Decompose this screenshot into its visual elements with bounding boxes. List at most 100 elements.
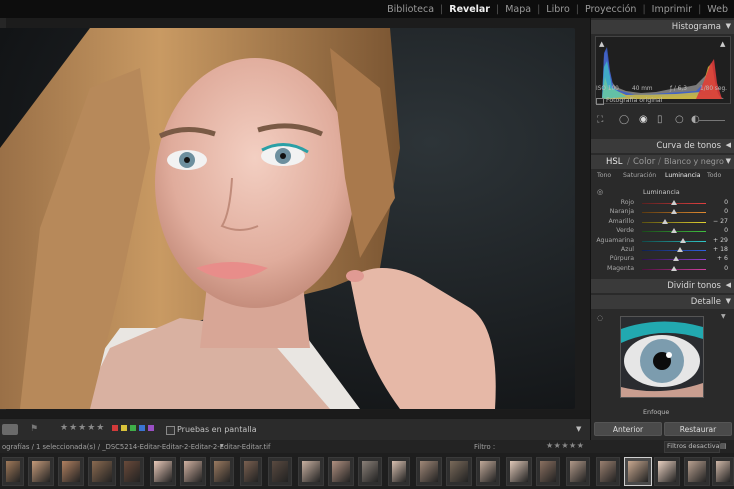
filmstrip-thumbnail[interactable] [712,457,734,486]
luminance-slider-thumb[interactable] [676,247,683,252]
luminance-slider-value[interactable]: + 6 [717,255,728,262]
subtab-saturation[interactable]: Saturación [623,172,656,179]
filmstrip-thumbnail[interactable] [476,457,500,486]
subtab-luminance[interactable]: Luminancia [665,172,701,179]
filter-lock-icon[interactable]: ▤ [720,442,727,450]
collapse-icon[interactable]: ▼ [726,22,731,30]
module-0[interactable]: Biblioteca [381,4,440,15]
color-label-1[interactable] [121,425,127,431]
subtab-hue[interactable]: Tono [597,172,611,179]
module-4[interactable]: Proyección [579,4,642,15]
tone-curve-header[interactable]: Curva de tonos ◀ [591,139,734,153]
filmstrip-thumbnail[interactable] [268,457,292,486]
luminance-slider-track[interactable] [642,250,706,251]
main-photo[interactable] [0,28,575,409]
luminance-slider-value[interactable]: − 27 [713,218,728,225]
filmstrip-thumbnail[interactable] [684,457,710,486]
luminance-slider-value[interactable]: 0 [724,208,728,215]
crop-icon[interactable]: ⛶ [597,115,603,125]
collapse-icon[interactable]: ◀ [726,281,731,289]
luminance-slider-value[interactable]: + 29 [713,237,728,244]
filmstrip-thumbnail[interactable] [150,457,176,486]
split-toning-header[interactable]: Dividir tonos ◀ [591,279,734,293]
previous-button[interactable]: Anterior [594,422,662,436]
filmstrip-source-dropdown-icon[interactable]: ▾ [220,442,224,450]
subtab-all[interactable]: Todo [707,172,721,179]
luminance-slider-thumb[interactable] [671,209,677,215]
original-photo-checkbox[interactable] [596,98,604,105]
luminance-slider-row[interactable]: Amarillo − 27 [596,218,730,227]
luminance-slider-value[interactable]: 0 [724,227,728,234]
filmstrip-thumbnail[interactable] [120,457,144,486]
flag-icon[interactable]: ⚑ [30,424,38,434]
luminance-slider-thumb[interactable] [671,200,677,205]
filmstrip-thumbnail[interactable] [654,457,680,486]
target-adjust-icon[interactable]: ◎ [597,188,603,196]
luminance-slider-thumb[interactable] [671,228,677,234]
redeye-icon[interactable]: ◉ [639,114,648,125]
filmstrip-thumbnail[interactable] [328,457,354,486]
filmstrip-thumbnail[interactable] [416,457,442,486]
radial-filter-icon[interactable]: ○ [675,114,684,125]
brush-slider[interactable] [699,120,725,121]
collapse-icon[interactable]: ▼ [726,157,731,165]
luminance-slider-thumb[interactable] [672,256,679,262]
filmstrip-thumbnail[interactable] [506,457,532,486]
filter-dropdown[interactable]: Filtros desactiva... [664,441,720,453]
toolbar-menu-icon[interactable]: ▼ [576,425,581,433]
filmstrip-thumbnail[interactable] [446,457,472,486]
luminance-slider-row[interactable]: Naranja 0 [596,208,730,217]
detail-preview[interactable] [620,316,704,398]
color-label-3[interactable] [139,425,145,431]
view-mode-button[interactable] [2,424,18,435]
luminance-slider-value[interactable]: + 18 [713,246,728,253]
detail-target-icon[interactable]: ◌ [597,314,603,322]
luminance-slider-row[interactable]: Rojo 0 [596,199,730,208]
graduated-filter-icon[interactable]: ▯ [657,114,663,125]
luminance-slider-row[interactable]: Magenta 0 [596,265,730,274]
tab-hsl[interactable]: HSL [606,157,623,167]
collapse-icon[interactable]: ◀ [726,141,731,149]
spot-removal-icon[interactable]: ◯ [619,115,629,125]
collapse-icon[interactable]: ▼ [726,297,731,305]
luminance-slider-value[interactable]: 0 [724,265,728,272]
module-2[interactable]: Mapa [499,4,537,15]
filmstrip-thumbnail[interactable] [210,457,234,486]
luminance-slider-value[interactable]: 0 [724,199,728,206]
filmstrip-thumbnail[interactable] [298,457,324,486]
filmstrip-thumbnail[interactable] [180,457,206,486]
luminance-slider-thumb[interactable] [671,265,677,271]
filmstrip-thumbnail[interactable] [566,457,590,486]
filmstrip-thumbnail[interactable] [2,457,24,486]
module-1[interactable]: Revelar [443,4,496,15]
luminance-slider-thumb[interactable] [662,218,669,224]
module-6[interactable]: Web [701,4,734,15]
luminance-slider-row[interactable]: Azul + 18 [596,246,730,255]
filmstrip-thumbnail[interactable] [596,457,620,486]
hsl-header[interactable]: HSL / Color / Blanco y negro ▼ [591,155,734,169]
luminance-slider-thumb[interactable] [680,237,687,243]
color-label-4[interactable] [148,425,154,431]
luminance-slider-row[interactable]: Aguamarina + 29 [596,237,730,246]
luminance-slider-row[interactable]: Púrpura + 6 [596,255,730,264]
module-3[interactable]: Libro [540,4,575,15]
luminance-slider-row[interactable]: Verde 0 [596,227,730,236]
filmstrip-thumbnail[interactable] [28,457,54,486]
color-label-0[interactable] [112,425,118,431]
histogram[interactable]: ▲ ▲ [595,36,731,104]
module-5[interactable]: Imprimir [646,4,698,15]
detail-preview-toggle-icon[interactable]: ▼ [721,313,726,320]
filmstrip-source[interactable]: ografías / 1 seleccionada(s) / _DSC5214-… [2,443,270,451]
filmstrip-thumbnail[interactable] [240,457,262,486]
filmstrip-thumbnail[interactable] [358,457,382,486]
tab-color[interactable]: Color [633,157,655,167]
filmstrip-thumbnail[interactable] [624,457,652,486]
reset-button[interactable]: Restaurar [664,422,732,436]
rating-stars[interactable]: ★★★★★ [60,423,105,433]
detail-header[interactable]: Detalle ▼ [591,295,734,309]
filmstrip-thumbnail[interactable] [88,457,116,486]
histogram-header[interactable]: Histograma ▼ [591,20,734,34]
filter-stars[interactable]: ★★★★★ [546,441,584,450]
filmstrip-thumbnail[interactable] [536,457,560,486]
color-label-2[interactable] [130,425,136,431]
